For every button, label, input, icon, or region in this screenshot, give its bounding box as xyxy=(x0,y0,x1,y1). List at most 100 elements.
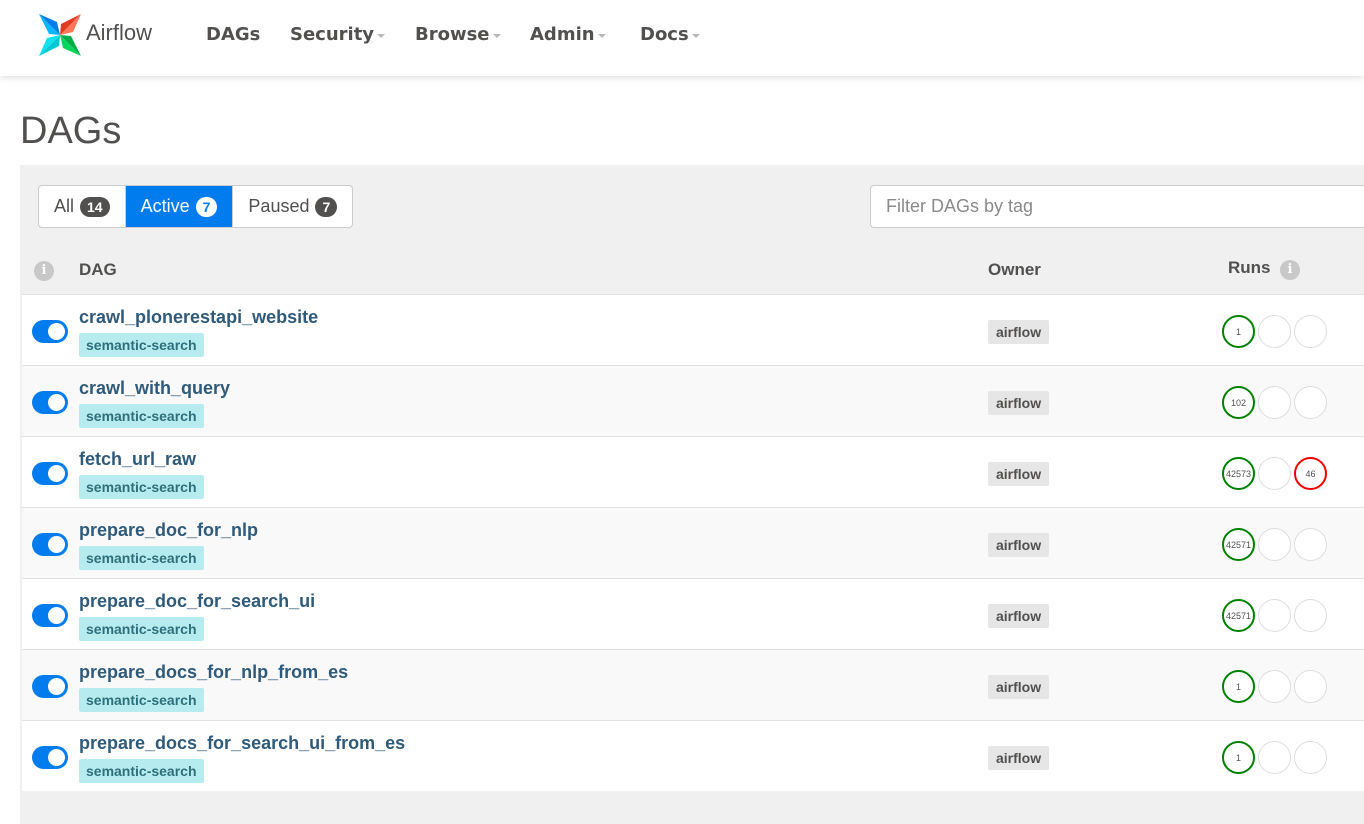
run-failed-circle[interactable] xyxy=(1294,670,1327,703)
filter-paused-button[interactable]: Paused 7 xyxy=(233,186,352,227)
run-success-circle[interactable]: 1 xyxy=(1222,670,1255,703)
owner-badge: airflow xyxy=(988,746,1050,770)
run-status-group: 102 xyxy=(1222,386,1332,419)
table-row: fetch_url_raw semantic-search airflow 42… xyxy=(22,436,1364,507)
run-success-circle[interactable]: 102 xyxy=(1222,386,1255,419)
dag-link[interactable]: crawl_plonerestapi_website xyxy=(79,307,318,328)
run-running-circle[interactable] xyxy=(1258,528,1291,561)
run-failed-circle[interactable] xyxy=(1294,741,1327,774)
dag-link[interactable]: prepare_doc_for_search_ui xyxy=(79,591,315,612)
run-success-circle[interactable]: 42571 xyxy=(1222,599,1255,632)
filter-all-count: 14 xyxy=(80,196,110,217)
nav-dags[interactable]: DAGs xyxy=(206,24,260,45)
nav-docs-label: Docs xyxy=(640,24,689,45)
owner-badge: airflow xyxy=(988,391,1050,415)
run-failed-circle[interactable] xyxy=(1294,386,1327,419)
run-running-circle[interactable] xyxy=(1258,315,1291,348)
table-row: crawl_with_query semantic-search airflow… xyxy=(22,365,1364,436)
table-row: prepare_docs_for_nlp_from_es semantic-se… xyxy=(22,649,1364,720)
pause-toggle[interactable] xyxy=(32,675,68,698)
dag-tag[interactable]: semantic-search xyxy=(79,475,204,499)
owner-badge: airflow xyxy=(988,604,1050,628)
dags-table-body: crawl_plonerestapi_website semantic-sear… xyxy=(22,294,1364,791)
run-failed-circle[interactable] xyxy=(1294,599,1327,632)
airflow-logo-icon xyxy=(39,14,81,56)
owner-badge: airflow xyxy=(988,533,1050,557)
nav-admin[interactable]: Admin xyxy=(530,24,606,45)
run-status-group: 42573 46 xyxy=(1222,457,1332,490)
filter-paused-label: Paused xyxy=(248,196,310,216)
filter-all-label: All xyxy=(54,196,75,216)
nav-browse[interactable]: Browse xyxy=(415,24,501,45)
dag-tag[interactable]: semantic-search xyxy=(79,333,204,357)
filter-active-button[interactable]: Active 7 xyxy=(125,186,234,227)
nav-security-label: Security xyxy=(290,24,375,45)
table-row: prepare_doc_for_nlp semantic-search airf… xyxy=(22,507,1364,578)
run-status-group: 42571 xyxy=(1222,599,1332,632)
nav-docs[interactable]: Docs xyxy=(640,24,700,45)
filter-active-count: 7 xyxy=(195,196,218,217)
dag-link[interactable]: prepare_docs_for_search_ui_from_es xyxy=(79,733,405,754)
pause-toggle[interactable] xyxy=(32,462,68,485)
run-running-circle[interactable] xyxy=(1258,670,1291,703)
nav-security[interactable]: Security xyxy=(290,24,386,45)
nav-dags-label: DAGs xyxy=(206,24,261,45)
dag-link[interactable]: fetch_url_raw xyxy=(79,449,196,470)
pause-toggle[interactable] xyxy=(32,391,68,414)
status-filter-group: All 14 Active 7 Paused 7 xyxy=(38,185,354,228)
filter-all-button[interactable]: All 14 xyxy=(39,186,126,227)
run-running-circle[interactable] xyxy=(1258,599,1291,632)
dag-tag[interactable]: semantic-search xyxy=(79,617,204,641)
pause-toggle[interactable] xyxy=(32,320,68,343)
dag-link[interactable]: crawl_with_query xyxy=(79,378,230,399)
tag-filter-input[interactable] xyxy=(870,185,1364,228)
run-success-circle[interactable]: 1 xyxy=(1222,741,1255,774)
owner-badge: airflow xyxy=(988,675,1050,699)
owner-column-header[interactable]: Owner xyxy=(988,260,1041,280)
dag-link[interactable]: prepare_docs_for_nlp_from_es xyxy=(79,662,348,683)
run-status-group: 42571 xyxy=(1222,528,1332,561)
run-success-circle[interactable]: 1 xyxy=(1222,315,1255,348)
run-status-group: 1 xyxy=(1222,741,1332,774)
run-running-circle[interactable] xyxy=(1258,457,1291,490)
run-failed-circle[interactable] xyxy=(1294,315,1327,348)
caret-down-icon xyxy=(377,34,386,38)
page-title: DAGs xyxy=(20,110,122,152)
dags-panel: All 14 Active 7 Paused 7 i DAG Owner Run… xyxy=(20,165,1364,824)
run-success-circle[interactable]: 42571 xyxy=(1222,528,1255,561)
runs-column-header: Runs xyxy=(1228,258,1271,277)
run-status-group: 1 xyxy=(1222,315,1332,348)
filter-active-label: Active xyxy=(140,196,190,216)
caret-down-icon xyxy=(691,34,700,38)
owner-badge: airflow xyxy=(988,462,1050,486)
info-icon[interactable]: i xyxy=(34,261,54,281)
filter-paused-count: 7 xyxy=(315,196,338,217)
navbar: Airflow DAGs Security Browse Admin Docs xyxy=(0,0,1364,76)
nav-browse-label: Browse xyxy=(415,24,490,45)
dag-link[interactable]: prepare_doc_for_nlp xyxy=(79,520,258,541)
dag-tag[interactable]: semantic-search xyxy=(79,759,204,783)
pause-toggle[interactable] xyxy=(32,533,68,556)
dag-tag[interactable]: semantic-search xyxy=(79,546,204,570)
run-failed-circle[interactable]: 46 xyxy=(1294,457,1327,490)
owner-badge: airflow xyxy=(988,320,1050,344)
run-status-group: 1 xyxy=(1222,670,1332,703)
run-running-circle[interactable] xyxy=(1258,741,1291,774)
brand-link[interactable]: Airflow xyxy=(37,12,152,58)
dag-tag[interactable]: semantic-search xyxy=(79,404,204,428)
run-running-circle[interactable] xyxy=(1258,386,1291,419)
table-row: crawl_plonerestapi_website semantic-sear… xyxy=(22,294,1364,365)
caret-down-icon xyxy=(597,34,606,38)
runs-info-icon[interactable]: i xyxy=(1280,260,1300,280)
table-row: prepare_doc_for_search_ui semantic-searc… xyxy=(22,578,1364,649)
brand-name: Airflow xyxy=(86,20,153,45)
nav-admin-label: Admin xyxy=(530,24,595,45)
dag-tag[interactable]: semantic-search xyxy=(79,688,204,712)
table-row: prepare_docs_for_search_ui_from_es seman… xyxy=(22,720,1364,791)
caret-down-icon xyxy=(492,34,501,38)
pause-toggle[interactable] xyxy=(32,604,68,627)
dag-column-header[interactable]: DAG xyxy=(79,260,117,280)
run-success-circle[interactable]: 42573 xyxy=(1222,457,1255,490)
run-failed-circle[interactable] xyxy=(1294,528,1327,561)
pause-toggle[interactable] xyxy=(32,746,68,769)
